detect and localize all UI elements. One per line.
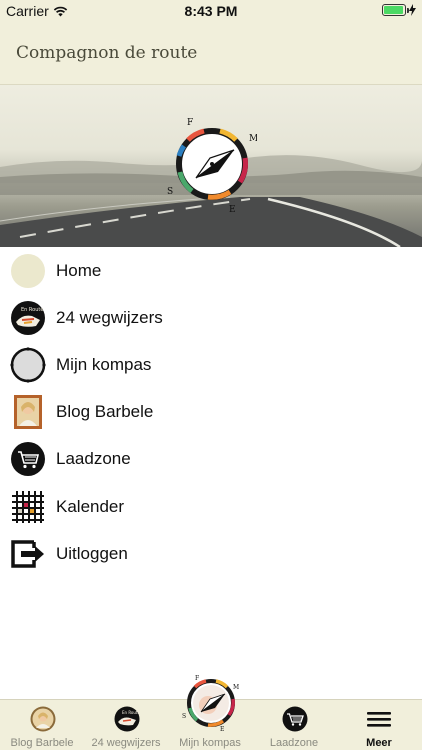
navigation-bar: Compagnon de route [0, 22, 422, 85]
menu-item-kalender[interactable]: Kalender [0, 483, 422, 530]
compass-letter-m: M [249, 134, 257, 144]
menu-item-label: Home [56, 260, 102, 280]
tab-label: Blog Barbele [10, 737, 74, 749]
compass-letter-e: E [229, 205, 236, 214]
hero-compass-icon: F M E S [167, 118, 257, 214]
tab-label: Mijn kompas [179, 737, 241, 749]
menu-item-blog[interactable]: Blog Barbele [0, 389, 422, 436]
compass-letter-s: S [167, 187, 173, 197]
menu-item-label: Blog Barbele [56, 402, 154, 422]
wegwijzers-icon: En Route [10, 300, 46, 336]
compass-letter-f: F [187, 118, 193, 128]
portrait-icon [10, 394, 46, 430]
compass-letter-m: M [233, 684, 239, 691]
menu-item-label: Mijn kompas [56, 354, 152, 374]
battery-fill [384, 6, 403, 14]
svg-text:En Route: En Route [122, 710, 140, 715]
menu-item-label: Uitloggen [56, 543, 128, 563]
logout-icon [10, 536, 46, 572]
tab-blog-barbele[interactable]: Blog Barbele [0, 700, 84, 750]
status-right [382, 4, 416, 16]
tab-laadzone[interactable]: Laadzone [252, 700, 336, 750]
hamburger-icon [367, 712, 391, 727]
home-circle-icon [10, 253, 46, 289]
menu-item-laadzone[interactable]: Laadzone [0, 436, 422, 483]
cart-icon [282, 706, 308, 732]
side-menu: Home En Route 24 wegwijzers Mijn kompas [0, 247, 422, 577]
compass-letter-e: E [220, 726, 224, 732]
compass-icon[interactable]: F M E S [182, 672, 240, 732]
tab-label: Meer [366, 737, 392, 749]
wegwijzers-icon: En Route [114, 706, 140, 732]
tab-label: 24 wegwijzers [91, 737, 161, 749]
tab-label: Laadzone [269, 737, 319, 749]
compass-letter-s: S [182, 713, 186, 720]
menu-item-label: Laadzone [56, 449, 131, 469]
battery-icon [382, 4, 409, 16]
svg-text:En Route: En Route [21, 307, 43, 313]
compass-letter-f: F [195, 675, 199, 682]
cart-icon [10, 441, 46, 477]
menu-item-uitloggen[interactable]: Uitloggen [0, 530, 422, 577]
menu-item-label: Kalender [56, 496, 125, 516]
menu-item-wegwijzers[interactable]: En Route 24 wegwijzers [0, 294, 422, 341]
portrait-icon [30, 706, 56, 732]
tab-24-wegwijzers[interactable]: En Route 24 wegwijzers [84, 700, 168, 750]
calendar-grid-icon [10, 489, 46, 525]
menu-item-kompas[interactable]: Mijn kompas [0, 341, 422, 388]
status-time: 8:43 PM [184, 3, 238, 19]
charging-bolt-icon [409, 4, 416, 16]
kompas-circle-icon [10, 347, 46, 383]
tab-meer[interactable]: Meer [336, 700, 422, 750]
page-title: Compagnon de route [16, 43, 198, 63]
menu-item-home[interactable]: Home [0, 247, 422, 294]
menu-item-label: 24 wegwijzers [56, 307, 163, 327]
status-bar: Carrier 8:43 PM [0, 0, 422, 22]
